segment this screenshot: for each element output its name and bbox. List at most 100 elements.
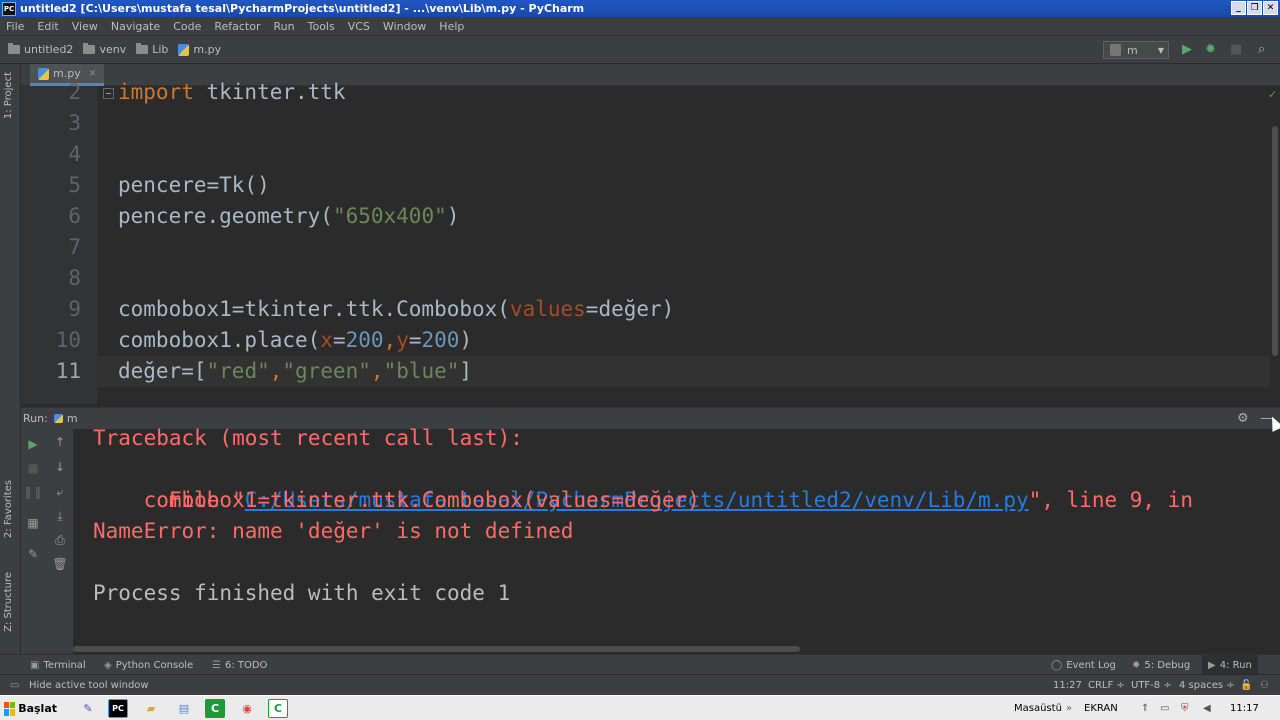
indent-setting[interactable]: 4 spaces ÷ (1179, 675, 1235, 696)
soft-wrap-icon[interactable]: ⤶ (52, 484, 68, 500)
close-button[interactable]: ✕ (1263, 1, 1278, 15)
python-console-icon: ◈ (104, 659, 112, 671)
code-line[interactable] (97, 232, 1270, 263)
debug-bug-icon[interactable]: ✹ (1205, 42, 1216, 57)
code-token: pencere=Tk() (118, 173, 270, 197)
search-everywhere-icon[interactable]: ⌕ (1258, 42, 1265, 57)
run-console-output[interactable]: Traceback (most recent call last): File … (73, 426, 1280, 654)
caret-position[interactable]: 11:27 (1053, 675, 1082, 696)
scroll-up-icon[interactable]: ↑ (52, 434, 68, 450)
code-line[interactable] (97, 139, 1270, 170)
code-line[interactable]: pencere=Tk() (97, 170, 1270, 201)
code-token: y (396, 328, 409, 352)
menu-code[interactable]: Code (173, 20, 201, 33)
stop-icon[interactable]: ■ (25, 460, 41, 476)
network-icon[interactable]: ▭ (1160, 696, 1169, 720)
layout-icon[interactable]: ▦ (25, 515, 41, 531)
camtasia-recorder-icon[interactable]: C (268, 699, 288, 718)
console-horizontal-scrollbar[interactable] (73, 646, 800, 652)
project-tool-tab[interactable]: 1: Project (3, 72, 14, 119)
run-tab[interactable]: ▶ 4: Run (1202, 655, 1258, 675)
menu-view[interactable]: View (72, 20, 98, 33)
breadcrumb-untitled2[interactable]: untitled2 (8, 43, 73, 56)
clock[interactable]: 11:17 (1230, 696, 1259, 720)
menu-refactor[interactable]: Refactor (214, 20, 260, 33)
menu-vcs[interactable]: VCS (348, 20, 370, 33)
fold-marker-icon[interactable] (103, 88, 114, 99)
line-number: 5 (68, 173, 81, 197)
rerun-icon[interactable]: ▶ (25, 436, 41, 452)
structure-tool-tab[interactable]: Z: Structure (3, 572, 14, 632)
code-line[interactable]: combobox1.place(x=200,y=200) (97, 325, 1270, 356)
code-line[interactable]: pencere.geometry("650x400") (97, 201, 1270, 232)
menu-help[interactable]: Help (439, 20, 464, 33)
code-token: x (320, 328, 333, 352)
run-config-select[interactable]: m ▼ (1103, 41, 1169, 59)
line-number: 6 (68, 204, 81, 228)
camtasia-icon[interactable]: C (205, 699, 225, 718)
code-token: , (383, 328, 397, 352)
run-panel-config-tab[interactable]: m (53, 412, 78, 425)
event-log-tab[interactable]: ◯ Event Log (1051, 655, 1116, 675)
navigation-bar: untitled2 venv Lib m.py (0, 36, 1280, 64)
todo-tab[interactable]: ☰ 6: TODO (212, 655, 267, 675)
python-console-tab[interactable]: ◈ Python Console (104, 655, 193, 675)
chrome-icon[interactable]: ◉ (237, 699, 257, 718)
file-explorer-icon[interactable]: ▰ (141, 699, 161, 718)
menu-window[interactable]: Window (383, 20, 426, 33)
breadcrumb-label: m.py (193, 43, 222, 56)
trash-icon[interactable]: 🗑 (52, 556, 68, 572)
editor-scroll-thumb[interactable] (1272, 126, 1278, 356)
pause-icon[interactable]: ❚❚ (23, 484, 43, 500)
menu-tools[interactable]: Tools (308, 20, 335, 33)
menu-run[interactable]: Run (274, 20, 295, 33)
folder-icon (8, 43, 20, 54)
editor-scrollbar[interactable] (1270, 86, 1280, 404)
breadcrumb-lib[interactable]: Lib (136, 43, 168, 56)
scroll-down-icon[interactable]: ↓ (52, 459, 68, 475)
code-token: combobox1=tkinter.ttk.Combobox( (118, 297, 510, 321)
tray-arrow-icon[interactable]: ⇑ (1141, 696, 1149, 720)
pycharm-taskbar-icon[interactable]: PC (108, 699, 128, 718)
code-line[interactable]: değer=["red","green","blue"] (97, 356, 1270, 387)
menu-file[interactable]: File (6, 20, 24, 33)
restore-button[interactable]: ❐ (1247, 1, 1262, 15)
breadcrumb-mpy[interactable]: m.py (178, 43, 221, 56)
code-editor[interactable]: import tkinter.ttk pencere=Tk() pencere.ge… (97, 80, 1270, 404)
breadcrumb-label: untitled2 (24, 43, 74, 56)
code-line[interactable]: import tkinter.ttk (97, 77, 1270, 108)
desktop-toolbar[interactable]: Masaüstü (1014, 696, 1062, 720)
lock-icon[interactable]: 🔓 (1240, 675, 1252, 696)
favorites-tool-tab[interactable]: 2: Favorites (3, 480, 14, 538)
code-line-text: değer=["red","green","blue"] (118, 356, 472, 387)
pen-app-icon[interactable]: ✎ (78, 699, 98, 718)
gear-icon[interactable]: ⚙ (1237, 411, 1249, 426)
minimize-button[interactable]: _ (1231, 1, 1246, 15)
start-label: Başlat (18, 702, 57, 715)
menu-edit[interactable]: Edit (37, 20, 58, 33)
close-tab-icon[interactable]: ✕ (89, 69, 97, 79)
expand-toolbar-icon[interactable]: » (1066, 696, 1072, 720)
pin-icon[interactable]: ✎ (25, 546, 41, 562)
menu-navigate[interactable]: Navigate (111, 20, 160, 33)
code-line[interactable]: combobox1=tkinter.ttk.Combobox(values=de… (97, 294, 1270, 325)
notepad-icon[interactable]: ▤ (174, 699, 194, 718)
print-icon[interactable]: ⎙ (52, 532, 68, 548)
scroll-to-end-icon[interactable]: ⤓ (52, 508, 68, 524)
inspector-icon[interactable]: ⚇ (1260, 675, 1269, 696)
code-line[interactable] (97, 108, 1270, 139)
start-button[interactable]: Başlat (1, 698, 57, 719)
line-separator[interactable]: CRLF ÷ (1088, 675, 1125, 696)
status-layout-icon[interactable]: ▭ (10, 675, 19, 696)
file-encoding[interactable]: UTF-8 ÷ (1131, 675, 1172, 696)
code-token: = (332, 328, 346, 352)
volume-icon[interactable]: ◀ (1203, 696, 1211, 720)
code-line[interactable] (97, 263, 1270, 294)
breadcrumb-venv[interactable]: venv (83, 43, 126, 56)
run-icon[interactable]: ▶ (1182, 42, 1192, 57)
antivirus-icon[interactable]: ⛨ (1181, 696, 1189, 720)
stop-icon[interactable]: ■ (1230, 42, 1242, 57)
debug-tab[interactable]: ✹ 5: Debug (1132, 655, 1190, 675)
terminal-tab[interactable]: ▣ Terminal (30, 655, 86, 675)
ekran-toolbar[interactable]: EKRAN (1084, 696, 1118, 720)
